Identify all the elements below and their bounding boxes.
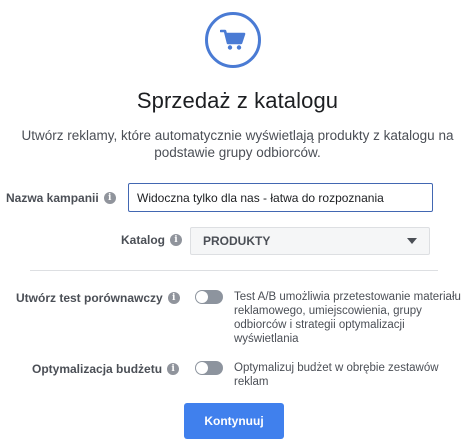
ab-test-toggle[interactable]: [195, 290, 223, 304]
info-icon[interactable]: i: [103, 192, 116, 204]
ab-test-label: Utwórz test porównawczy i: [16, 291, 180, 305]
campaign-name-label-text: Nazwa kampanii: [6, 191, 99, 205]
ab-test-label-text: Utwórz test porównawczy: [16, 291, 163, 305]
chevron-down-icon: [407, 238, 417, 244]
page-title: Sprzedaż z katalogu: [136, 88, 339, 113]
budget-optimization-label: Optymalizacja budżetu i: [32, 362, 180, 376]
campaign-name-input[interactable]: [128, 183, 433, 212]
toggle-knob: [196, 291, 208, 303]
info-icon[interactable]: i: [170, 234, 183, 246]
catalog-selected-value: PRODUKTY: [203, 234, 271, 248]
budget-optimization-toggle[interactable]: [195, 361, 223, 375]
catalog-label-text: Katalog: [121, 233, 166, 247]
budget-optimization-label-text: Optymalizacja budżetu: [32, 362, 163, 376]
continue-button[interactable]: Kontynuuj: [184, 403, 284, 439]
budget-optimization-description: Optymalizuj budżet w obrębie zestawów re…: [234, 362, 439, 388]
campaign-name-label: Nazwa kampanii i: [6, 191, 116, 205]
shopping-cart-icon: [220, 29, 246, 51]
info-icon[interactable]: i: [167, 363, 180, 375]
toggle-knob: [196, 362, 208, 374]
catalog-label: Katalog i: [121, 233, 183, 247]
info-icon[interactable]: i: [167, 292, 180, 304]
ab-test-description: Test A/B umożliwia przetestowanie materi…: [234, 291, 461, 345]
catalog-icon-badge: [205, 12, 261, 68]
section-divider: [30, 270, 438, 271]
catalog-select[interactable]: PRODUKTY: [190, 227, 430, 255]
page-subtitle: Utwórz reklamy, które automatycznie wyśw…: [21, 128, 454, 160]
